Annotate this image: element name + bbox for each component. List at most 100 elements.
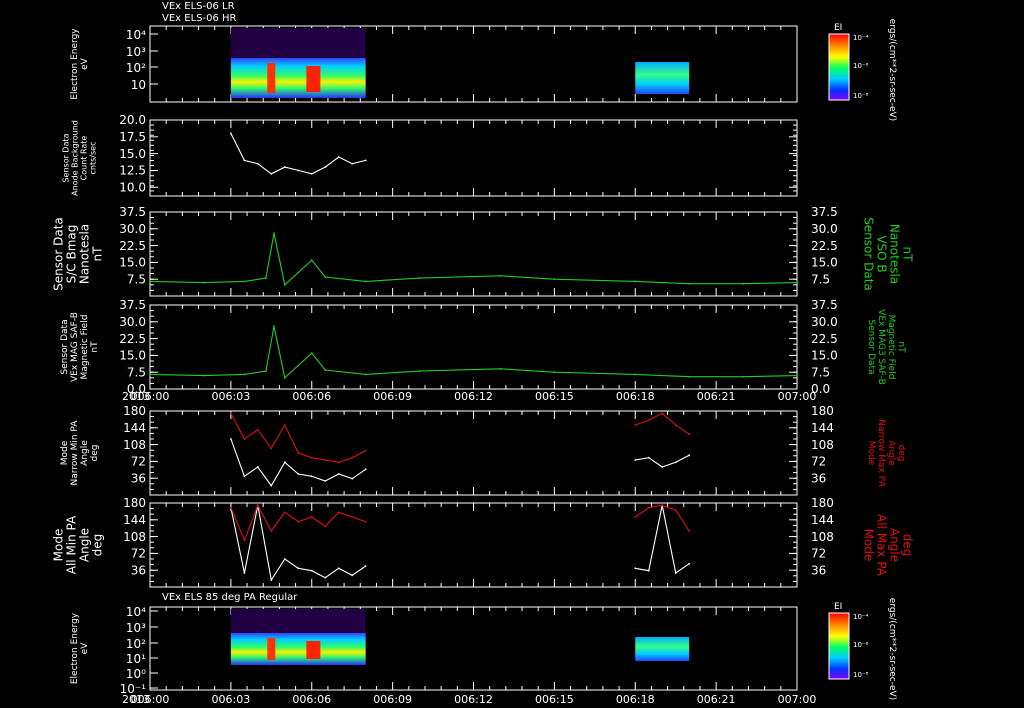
panel-3-rlabel: Nanotesla: [888, 224, 902, 284]
panel-2-series-0: [230, 133, 366, 175]
panel-7-ytick-label: 10²: [126, 637, 146, 651]
panel-4-rlabel: Sensor Data: [866, 319, 876, 374]
panel-5-point: [283, 461, 286, 464]
panel-6-ytick-label: 72: [131, 547, 146, 561]
panel-6-point: [351, 574, 354, 577]
panel-2-ytick-label: 17.5: [119, 130, 146, 144]
panel-7-ytick-label: 10¹: [126, 652, 146, 666]
panel-2-ylabel: Sensor Data: [62, 133, 71, 182]
panel-5-point: [243, 438, 246, 440]
panel-6-point: [324, 576, 327, 579]
panel-5-series-1: [230, 412, 690, 463]
panel-5-point: [688, 454, 691, 457]
panel-4-point: [243, 373, 246, 376]
x-tick-label-bottom: 006:03: [212, 693, 251, 706]
panel-4-rlabel: VEx MAG3 SAF-B: [876, 309, 886, 385]
panel-4-ylabel: nT: [90, 341, 100, 353]
panel-4-point: [324, 369, 327, 371]
panel-4-point: [149, 373, 151, 376]
x-tick-label-bottom: 006:00: [131, 693, 170, 706]
panel-2-ytick-label: 15.0: [119, 147, 146, 161]
panel-6-rtick-label: 180: [811, 496, 834, 510]
panel-5-rtick-label: 36: [811, 471, 826, 485]
panel-6-rlabel: Mode: [862, 529, 876, 562]
x-tick-label-mid: 006:21: [697, 390, 736, 403]
panel-3-point: [149, 280, 151, 283]
panel-2-point: [270, 172, 273, 175]
panel-6-point: [270, 579, 273, 581]
panel-3-rtick-label: 22.5: [811, 239, 838, 253]
panel-1-ytick-label: 10²: [126, 61, 146, 75]
panel-7-ytick-label: 10³: [126, 621, 146, 635]
panel-5-rlabel: Mode: [866, 441, 876, 466]
panel-2-point: [337, 156, 340, 158]
panel-3-point: [273, 232, 275, 235]
multi-panel-plot: 1010²10³10⁴Electron Energy eVEI10⁻⁴10⁻⁶10…: [52, 19, 915, 706]
panel-5-ytick-label: 108: [123, 438, 146, 452]
panel-5-point: [337, 473, 340, 475]
panel-3-ytick-label: 30.0: [119, 222, 146, 236]
panel-4-rtick-label: 37.5: [811, 298, 838, 312]
panel-7-ylabel: Electron Energy: [70, 612, 80, 684]
panel-3-rlabel: Sensor Data: [862, 217, 876, 291]
panel-3-point: [283, 283, 286, 286]
panel-2-point: [256, 162, 259, 165]
panel-5-point: [270, 447, 273, 450]
x-tick-label-mid: 006:00: [131, 390, 170, 403]
panel-6-point: [688, 530, 691, 532]
panel-4-series-0: [149, 326, 798, 379]
panel-3-rtick-label: 7.5: [811, 272, 830, 286]
panel-2-point: [310, 172, 313, 175]
panel-6-rtick-label: 72: [811, 547, 826, 561]
panel-5-ytick-label: 144: [123, 421, 146, 435]
panel-5-ylabel: Angle: [80, 440, 90, 466]
panel-3-point: [418, 277, 421, 279]
panel-6-rlabel: Angle: [888, 528, 902, 562]
panel-6-ylabel: deg: [91, 534, 105, 557]
panel-6-rlabel: All Max PA: [875, 514, 889, 577]
panel-6-rtick-label: 36: [811, 563, 826, 577]
panel-3-ytick-label: 15.0: [119, 256, 146, 270]
panel-5-frame: [149, 410, 798, 496]
panel-5-point: [243, 475, 246, 478]
x-tick-label-mid: 006:12: [454, 390, 493, 403]
panel-4-point: [634, 373, 637, 376]
panel-5-rlabel: Narrow Max PA: [876, 419, 886, 487]
panel-4-rtick-label: 30.0: [811, 315, 838, 329]
panel-5-ylabel: Narrow Min PA: [70, 420, 80, 486]
panel-6-point: [337, 567, 340, 570]
x-tick-label-bottom: 007:00: [778, 693, 817, 706]
panel-6-point: [647, 506, 650, 509]
panel-4-point: [273, 325, 275, 328]
panel-5-rtick-label: 72: [811, 455, 826, 469]
panel-4-ylabel: VEx MAG SAF-B: [70, 312, 80, 382]
panel-4-ytick-label: 37.5: [119, 298, 146, 312]
panel-5-ytick-label: 72: [131, 455, 146, 469]
panel-3-point: [364, 280, 367, 283]
panel-1-ylabel: eV: [80, 57, 90, 70]
panel-6-point: [243, 539, 246, 542]
panel-4-rlabel: Magnetic Field: [886, 315, 896, 380]
panel-7-band: [635, 637, 690, 661]
panel-3-ytick-label: 7.5: [127, 272, 146, 286]
panel-7-noise: [230, 609, 366, 633]
panel-7-colorbar-title: EI: [834, 602, 842, 612]
panel-1-ytick-label: 10³: [126, 45, 146, 59]
panel-3-series-0: [149, 233, 798, 286]
panel-5-point: [270, 484, 273, 487]
panel-4-ytick-label: 30.0: [119, 315, 146, 329]
panel-1-colorbar-tick: 10⁻⁸: [853, 92, 869, 100]
panel-2-ytick-label: 20.0: [119, 113, 146, 127]
panel-7-colorbar-unit: ergs/(cm**2-sr-sec-eV): [887, 598, 897, 700]
panel-5-ytick-label: 180: [123, 404, 146, 418]
panel-5-point: [229, 412, 232, 415]
panel-6-series-1: [230, 503, 690, 542]
panel-5-point: [229, 438, 232, 440]
panel-6-point: [351, 516, 354, 518]
panel-7-hotspot: [267, 638, 276, 660]
panel-5-point: [337, 461, 340, 464]
panel-2-ylabel: cnts/sec: [89, 142, 98, 175]
x-tick-label-bottom: 006:06: [292, 693, 331, 706]
panel-3-point: [796, 281, 798, 284]
panel-3-point: [688, 282, 691, 285]
